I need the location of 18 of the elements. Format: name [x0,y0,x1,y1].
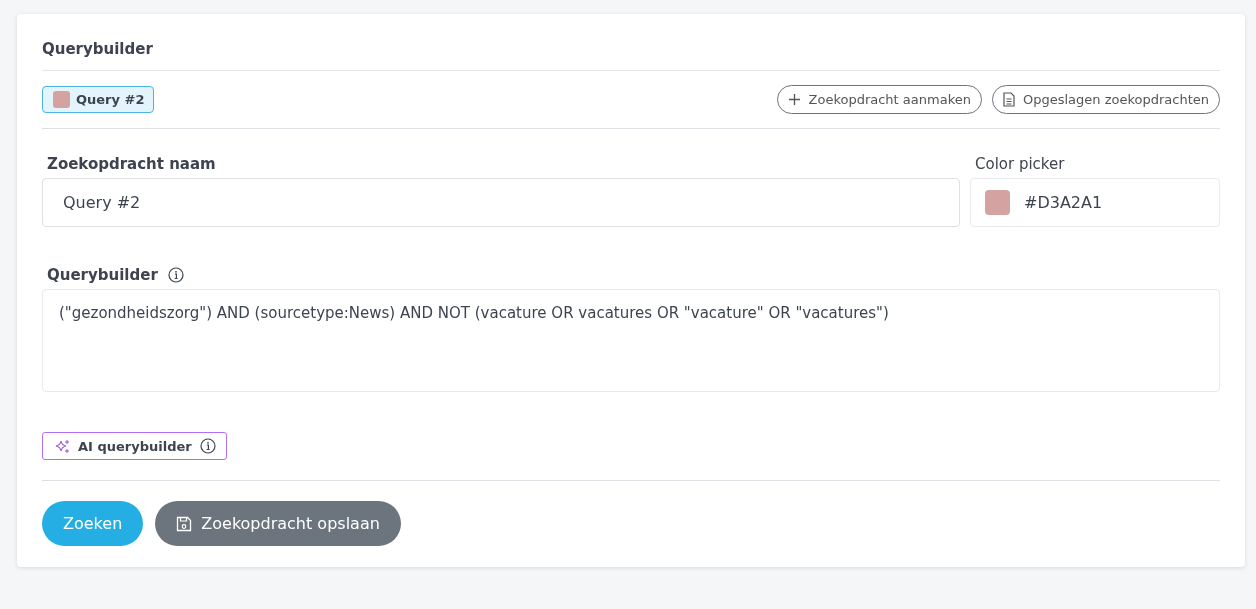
field-label: Zoekopdracht naam [47,155,217,173]
color-picker-field[interactable]: #D3A2A1 [970,178,1220,227]
save-query-button[interactable]: Zoekopdracht opslaan [155,501,401,546]
query-text-area[interactable]: ("gezondheidszorg") AND (sourcetype:News) AND NOT (vacature OR vacatures OR "vacature" OR "vacatures") [42,289,1220,392]
create-query-button[interactable]: Zoekopdracht aanmaken [776,85,982,114]
saved-queries-button[interactable]: Opgeslagen zoekopdrachten [991,85,1220,114]
query-tab[interactable]: Query #2 [42,86,155,113]
ai-querybuilder-button[interactable]: AI querybuilder [42,432,227,460]
info-icon [167,267,184,283]
field-label: Color picker [975,155,1066,173]
info-icon [199,438,216,454]
field-label: Querybuilder [47,266,158,284]
color-value: #D3A2A1 [1024,193,1103,212]
document-icon [1002,92,1015,107]
name-input-field[interactable]: Query #2 [42,178,960,227]
sparkle-icon [55,438,70,454]
plus-icon [787,93,801,106]
card-title: Querybuilder [42,40,1220,71]
